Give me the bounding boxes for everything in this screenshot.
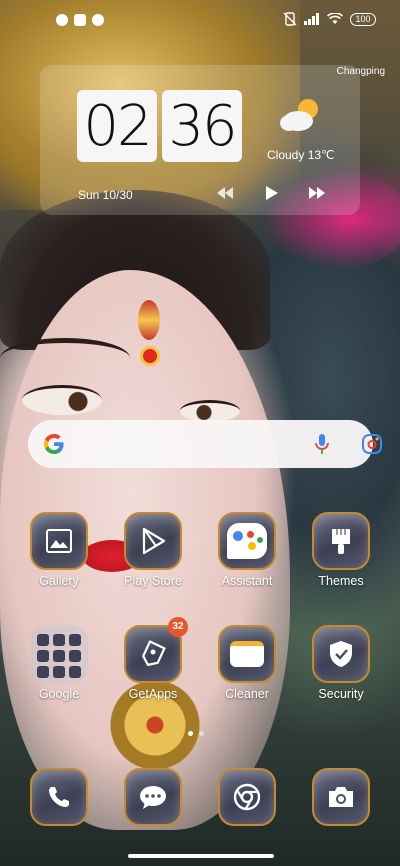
dock-camera[interactable] bbox=[296, 768, 386, 826]
page-dot[interactable] bbox=[199, 731, 204, 736]
clock-minute[interactable]: 36 bbox=[162, 90, 242, 162]
wallpaper-eye-right bbox=[180, 400, 240, 422]
play-icon[interactable] bbox=[262, 185, 280, 201]
dock-messages[interactable] bbox=[108, 768, 198, 826]
notification-icon bbox=[56, 14, 68, 26]
folder-app-thumb bbox=[53, 666, 65, 678]
app-assistant[interactable]: Assistant bbox=[202, 512, 292, 588]
cloudy-weather-icon[interactable] bbox=[278, 96, 324, 134]
mic-icon[interactable] bbox=[312, 432, 332, 456]
notification-badge: 32 bbox=[168, 617, 188, 637]
app-cleaner[interactable]: Cleaner bbox=[202, 625, 292, 701]
battery-indicator: 100 bbox=[350, 12, 376, 26]
camera-icon[interactable] bbox=[312, 768, 370, 826]
app-label: Themes bbox=[318, 574, 364, 588]
app-themes[interactable]: Themes bbox=[296, 512, 386, 588]
gallery-icon[interactable] bbox=[30, 512, 88, 570]
page-indicator bbox=[188, 731, 204, 736]
app-label: Google bbox=[38, 687, 80, 701]
page-dot-active bbox=[188, 731, 193, 736]
media-controls bbox=[216, 185, 326, 201]
app-label: Play Store bbox=[124, 574, 182, 588]
google-logo-icon bbox=[44, 434, 64, 454]
wallpaper-eye bbox=[22, 385, 102, 415]
notification-icon bbox=[92, 14, 104, 26]
folder-icon[interactable] bbox=[30, 625, 88, 683]
folder-google[interactable]: Google bbox=[14, 625, 104, 701]
folder-app-thumb bbox=[53, 634, 65, 646]
google-lens-icon[interactable] bbox=[360, 432, 384, 456]
app-gallery[interactable]: Gallery bbox=[14, 512, 104, 588]
next-track-icon[interactable] bbox=[308, 185, 326, 201]
gesture-nav-handle[interactable] bbox=[128, 854, 274, 858]
folder-app-thumb bbox=[69, 634, 81, 646]
getapps-icon[interactable]: 32 bbox=[124, 617, 188, 683]
vibrate-off-icon bbox=[283, 12, 297, 26]
dock-phone[interactable] bbox=[14, 768, 104, 826]
phone-icon[interactable] bbox=[30, 768, 88, 826]
notification-icons bbox=[56, 14, 104, 26]
status-bar: 100 bbox=[0, 0, 400, 40]
folder-app-thumb bbox=[69, 666, 81, 678]
assistant-icon[interactable] bbox=[218, 512, 276, 570]
shield-icon[interactable] bbox=[312, 625, 370, 683]
wallpaper-eyebrow bbox=[0, 338, 130, 378]
system-icons: 100 bbox=[283, 12, 376, 26]
folder-app-thumb bbox=[37, 650, 49, 662]
app-label: Assistant bbox=[221, 574, 273, 588]
notification-square-icon bbox=[74, 14, 86, 26]
messages-icon[interactable] bbox=[124, 768, 182, 826]
wallpaper-bindi bbox=[140, 346, 160, 366]
app-security[interactable]: Security bbox=[296, 625, 386, 701]
weather-location: Changping bbox=[336, 66, 385, 77]
dock-chrome[interactable] bbox=[202, 768, 292, 826]
app-label: Security bbox=[318, 687, 364, 701]
signal-icon bbox=[304, 13, 319, 25]
play-store-icon[interactable] bbox=[124, 512, 182, 570]
wallpaper-tilak bbox=[138, 300, 160, 340]
google-search-bar[interactable] bbox=[28, 420, 382, 468]
app-label: GetApps bbox=[128, 687, 178, 701]
themes-brush-icon[interactable] bbox=[312, 512, 370, 570]
cleaner-icon[interactable] bbox=[218, 625, 276, 683]
widget-date: Sun 10/30 bbox=[78, 188, 133, 202]
weather-condition: Cloudy 13℃ bbox=[267, 148, 335, 162]
app-label: Cleaner bbox=[225, 687, 269, 701]
chrome-icon[interactable] bbox=[218, 768, 276, 826]
wifi-icon bbox=[327, 13, 343, 24]
clock-hour[interactable]: 02 bbox=[77, 90, 157, 162]
app-getapps[interactable]: 32 GetApps bbox=[108, 617, 198, 701]
app-play-store[interactable]: Play Store bbox=[108, 512, 198, 588]
folder-app-thumb bbox=[37, 634, 49, 646]
app-label: Gallery bbox=[39, 574, 79, 588]
folder-app-thumb bbox=[37, 666, 49, 678]
previous-track-icon[interactable] bbox=[216, 185, 234, 201]
folder-app-thumb bbox=[69, 650, 81, 662]
folder-app-thumb bbox=[53, 650, 65, 662]
